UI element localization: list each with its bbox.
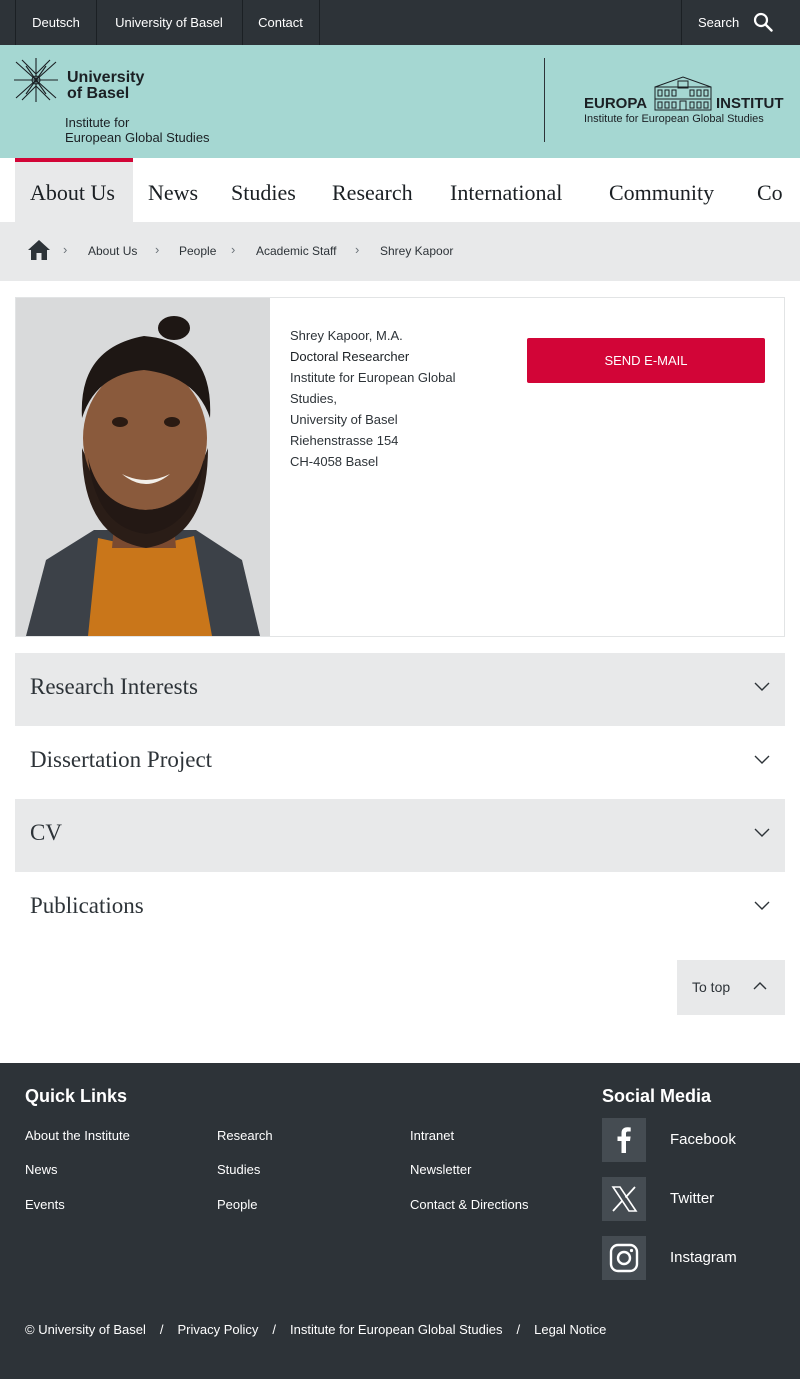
accordion-cv[interactable]: CV xyxy=(15,799,785,872)
site-footer: Quick Links About the Institute News Eve… xyxy=(0,1063,800,1379)
nav-item-news[interactable]: News xyxy=(148,158,198,222)
quick-links-heading: Quick Links xyxy=(25,1086,128,1106)
site-header: University of Basel Institute for Europe… xyxy=(0,45,800,158)
chevron-right-icon: › xyxy=(355,242,360,257)
university-name[interactable]: University of Basel xyxy=(67,70,144,102)
separator: / xyxy=(516,1322,521,1337)
breadcrumb-academic-staff[interactable]: Academic Staff xyxy=(256,244,336,258)
footer-link[interactable]: About the Institute xyxy=(25,1128,130,1143)
address-line: CH-4058 Basel xyxy=(290,454,379,469)
search-icon xyxy=(753,12,773,32)
separator: / xyxy=(159,1322,164,1337)
facebook-link[interactable]: Facebook xyxy=(602,1118,782,1162)
facebook-icon xyxy=(602,1118,646,1162)
accordion-publications[interactable]: Publications xyxy=(15,872,785,945)
social-media-heading: Social Media xyxy=(602,1086,712,1106)
legal-notice-link[interactable]: Legal Notice xyxy=(534,1322,606,1337)
breadcrumb-about-us[interactable]: About Us xyxy=(88,244,137,258)
profile-card: Shrey Kapoor, M.A. Doctoral Researcher I… xyxy=(15,297,785,637)
chevron-down-icon xyxy=(754,828,770,837)
instagram-label: Instagram xyxy=(670,1249,737,1266)
institute-link[interactable]: Institute for European Global Studies xyxy=(290,1322,502,1337)
separator: / xyxy=(272,1322,277,1337)
nav-item-international[interactable]: International xyxy=(450,158,562,222)
twitter-label: Twitter xyxy=(670,1190,715,1207)
accordion-title: Research Interests xyxy=(30,674,198,699)
header-divider xyxy=(544,58,545,142)
utility-bar: Deutsch University of Basel Contact Sear… xyxy=(0,0,800,45)
portrait-illustration xyxy=(16,298,270,636)
search-label: Search xyxy=(698,15,740,30)
instagram-link[interactable]: Instagram xyxy=(602,1236,782,1280)
main-navigation: About Us News Studies Research Internati… xyxy=(0,158,800,222)
nav-item-studies[interactable]: Studies xyxy=(231,158,296,222)
language-switch-link[interactable]: Deutsch xyxy=(15,0,97,45)
privacy-policy-link[interactable]: Privacy Policy xyxy=(177,1322,258,1337)
chevron-down-icon xyxy=(754,682,770,691)
institute-name-line1: Institute for xyxy=(65,115,130,130)
address-line: Studies, xyxy=(290,391,337,406)
chevron-right-icon: › xyxy=(155,242,160,257)
university-logo-icon[interactable] xyxy=(14,58,64,104)
person-name: Shrey Kapoor, M.A. xyxy=(290,328,403,343)
accordion-title: Publications xyxy=(30,893,144,918)
footer-legal-links: © University of Basel / Privacy Policy / Ins… xyxy=(25,1322,606,1337)
person-role: Doctoral Researcher xyxy=(290,349,410,364)
nav-item-research[interactable]: Research xyxy=(332,158,413,222)
contact-link[interactable]: Contact xyxy=(242,0,320,45)
send-email-button[interactable]: SEND E-MAIL xyxy=(527,338,765,383)
contact-details: Shrey Kapoor, M.A. Doctoral Researcher I… xyxy=(290,325,490,472)
to-top-label: To top xyxy=(692,979,731,995)
accordion-dissertation-project[interactable]: Dissertation Project xyxy=(15,726,785,799)
institute-name[interactable]: Institute for European Global Studies xyxy=(65,115,210,145)
footer-link[interactable]: News xyxy=(25,1162,58,1177)
footer-link[interactable]: Studies xyxy=(217,1162,260,1177)
footer-link[interactable]: People xyxy=(217,1197,257,1212)
address-line: University of Basel xyxy=(290,412,398,427)
institut-word: INSTITUT xyxy=(716,95,784,112)
search-button[interactable]: Search xyxy=(681,0,800,45)
university-link[interactable]: University of Basel xyxy=(96,0,243,45)
breadcrumb: › About Us › People › Academic Staff › S… xyxy=(0,222,800,281)
to-top-button[interactable]: To top xyxy=(677,960,785,1015)
breadcrumb-current: Shrey Kapoor xyxy=(380,244,454,258)
profile-photo xyxy=(16,298,270,636)
footer-link[interactable]: Research xyxy=(217,1128,273,1143)
institute-name-line2: European Global Studies xyxy=(65,130,210,145)
x-twitter-icon xyxy=(602,1177,646,1221)
chevron-down-icon xyxy=(754,901,770,910)
home-icon[interactable] xyxy=(27,239,51,261)
chevron-up-icon xyxy=(753,982,767,990)
nav-item-cut-off[interactable]: Co xyxy=(757,158,783,222)
nav-item-community[interactable]: Community xyxy=(609,158,714,222)
instagram-icon xyxy=(602,1236,646,1280)
europa-subtitle: Institute for European Global Studies xyxy=(584,113,764,125)
accordion-title: Dissertation Project xyxy=(30,747,213,772)
university-name-line2: of Basel xyxy=(67,85,130,102)
address-line: Riehenstrasse 154 xyxy=(290,433,399,448)
europa-institut-logo[interactable]: EUROPA INSTITUT Institute for European G… xyxy=(584,75,790,127)
chevron-right-icon: › xyxy=(231,242,236,257)
twitter-link[interactable]: Twitter xyxy=(602,1177,782,1221)
chevron-down-icon xyxy=(754,755,770,764)
accordion-research-interests[interactable]: Research Interests xyxy=(15,653,785,726)
facebook-label: Facebook xyxy=(670,1131,736,1148)
footer-link[interactable]: Intranet xyxy=(410,1128,454,1143)
accordion-title: CV xyxy=(30,820,62,845)
address-line: Institute for European Global xyxy=(290,370,456,385)
building-icon xyxy=(654,76,712,111)
copyright-link[interactable]: © University of Basel xyxy=(25,1322,146,1337)
university-name-line1: University xyxy=(67,69,145,86)
europa-word: EUROPA xyxy=(584,95,648,112)
footer-link[interactable]: Newsletter xyxy=(410,1162,471,1177)
nav-item-about-us[interactable]: About Us xyxy=(15,158,133,222)
footer-link[interactable]: Events xyxy=(25,1197,65,1212)
chevron-right-icon: › xyxy=(63,242,68,257)
breadcrumb-people[interactable]: People xyxy=(179,244,216,258)
footer-link[interactable]: Contact & Directions xyxy=(410,1197,529,1212)
